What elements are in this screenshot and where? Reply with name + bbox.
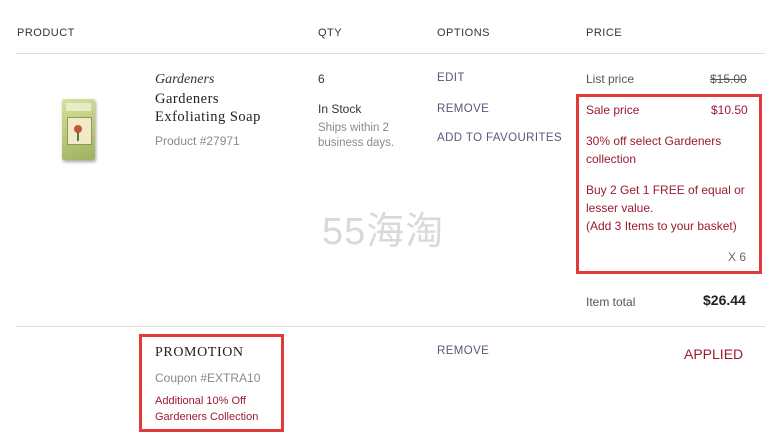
product-name-line1[interactable]: Gardeners: [155, 91, 219, 108]
product-brand: Gardeners: [155, 72, 215, 87]
shipping-info-line1: Ships within 2: [318, 122, 389, 134]
list-price-label: List price: [586, 72, 635, 86]
item-total-label: Item total: [586, 295, 636, 309]
sale-price-label: Sale price: [586, 103, 640, 117]
promotion-status: APPLIED: [684, 346, 744, 362]
promo-discount-line1: 30% off select Gardeners: [586, 134, 722, 148]
column-header-price: PRICE: [586, 27, 623, 39]
quantity-value: 6: [318, 72, 325, 86]
promo-discount-line2: collection: [586, 152, 637, 166]
promotion-title: PROMOTION: [155, 345, 244, 360]
product-number: Product #27971: [155, 134, 240, 148]
item-divider: [16, 326, 765, 327]
stock-status: In Stock: [318, 102, 362, 116]
edit-link[interactable]: EDIT: [437, 72, 465, 84]
item-total-value: $26.44: [703, 292, 746, 308]
quantity-multiplier: X 6: [728, 250, 747, 264]
bogo-offer-line1: Buy 2 Get 1 FREE of equal or: [586, 183, 745, 197]
promotion-desc-line2: Gardeners Collection: [155, 411, 259, 423]
header-divider: [16, 53, 765, 54]
sale-price-value: $10.50: [711, 103, 748, 117]
bogo-offer-line2: lesser value.: [586, 201, 654, 215]
remove-promotion-link[interactable]: REMOVE: [437, 345, 489, 357]
soap-product-image[interactable]: [62, 99, 95, 160]
column-header-product: PRODUCT: [17, 27, 75, 39]
column-header-qty: QTY: [318, 27, 343, 39]
promotion-desc-line1: Additional 10% Off: [155, 395, 246, 407]
column-header-options: OPTIONS: [437, 27, 491, 39]
watermark: 55海淘: [322, 211, 445, 253]
list-price-value: $15.00: [710, 72, 747, 86]
coupon-code: Coupon #EXTRA10: [155, 371, 261, 385]
add-to-favourites-link[interactable]: ADD TO FAVOURITES: [437, 132, 562, 144]
remove-item-link[interactable]: REMOVE: [437, 103, 489, 115]
bogo-offer-line3: (Add 3 Items to your basket): [586, 219, 737, 233]
product-name-line2[interactable]: Exfoliating Soap: [155, 109, 261, 126]
shipping-info-line2: business days.: [318, 137, 395, 149]
